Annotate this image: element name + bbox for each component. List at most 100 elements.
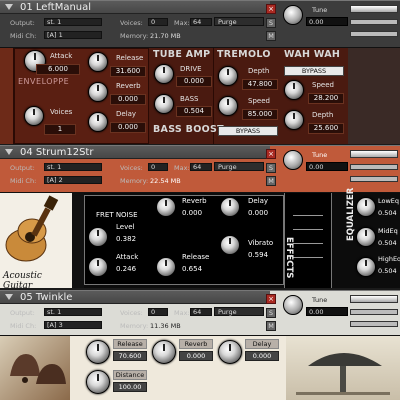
level-value[interactable]: 0.382 bbox=[116, 235, 136, 243]
bass-knob[interactable] bbox=[154, 94, 174, 114]
vibrato-label: Vibrato bbox=[248, 239, 274, 247]
release-knob[interactable] bbox=[88, 52, 108, 72]
delay-label: Delay bbox=[116, 110, 137, 118]
twinkle-delay-knob[interactable] bbox=[218, 340, 242, 364]
release-label: Release bbox=[116, 54, 144, 62]
mideq-knob[interactable] bbox=[356, 227, 376, 247]
collapse-triangle-icon[interactable] bbox=[5, 149, 13, 155]
wahwah-bypass-button[interactable]: BYPASS bbox=[284, 66, 344, 76]
distance-value[interactable]: 100.00 bbox=[113, 382, 147, 392]
close-instrument-button[interactable]: × bbox=[266, 294, 276, 304]
solo-button[interactable]: S bbox=[266, 308, 276, 318]
attack-value[interactable]: 6.000 bbox=[36, 64, 80, 75]
mute-button[interactable]: M bbox=[266, 31, 276, 41]
twinkle-reverb-knob[interactable] bbox=[152, 340, 176, 364]
output-select[interactable]: st. 1 bbox=[44, 18, 102, 26]
tune-value[interactable]: 0.00 bbox=[306, 307, 348, 316]
mute-button[interactable]: M bbox=[266, 176, 276, 186]
tune-knob[interactable] bbox=[283, 5, 303, 25]
instrument-name[interactable]: 04 Strum12Str bbox=[20, 147, 93, 158]
wah-depth-knob[interactable] bbox=[284, 110, 304, 130]
strum-delay-value[interactable]: 0.000 bbox=[248, 209, 268, 217]
delay-knob[interactable] bbox=[88, 112, 108, 132]
mute-button[interactable]: M bbox=[266, 321, 276, 331]
output-select[interactable]: st. 1 bbox=[44, 163, 102, 171]
drive-label: DRIVE bbox=[180, 65, 202, 73]
strum-release-value[interactable]: 0.654 bbox=[182, 265, 202, 273]
tune-knob[interactable] bbox=[283, 295, 303, 315]
purge-dropdown[interactable]: Purge bbox=[214, 162, 264, 171]
twinkle-delay-value[interactable]: 0.000 bbox=[245, 351, 279, 361]
tremolo-speed-value[interactable]: 85.000 bbox=[242, 109, 278, 120]
mideq-value[interactable]: 0.504 bbox=[378, 239, 397, 247]
voices-value: 0 bbox=[148, 18, 168, 26]
release-value[interactable]: 31.600 bbox=[110, 66, 146, 77]
instrument-header-2: 04 Strum12Str Output: st. 1 Midi Ch: [A]… bbox=[0, 145, 400, 193]
collapse-triangle-icon[interactable] bbox=[5, 294, 13, 300]
tune-value[interactable]: 0.00 bbox=[306, 162, 348, 171]
max-voices-field[interactable]: 64 bbox=[190, 308, 212, 316]
bass-label: BASS bbox=[180, 95, 199, 103]
wah-depth-value[interactable]: 25.600 bbox=[308, 123, 344, 134]
midi-channel-select[interactable]: [A] 1 bbox=[44, 31, 102, 39]
strum-release-knob[interactable] bbox=[156, 257, 176, 277]
midi-channel-select[interactable]: [A] 2 bbox=[44, 176, 102, 184]
tremolo-speed-knob[interactable] bbox=[218, 96, 238, 116]
guitar-headstock-strip bbox=[72, 193, 84, 288]
voices-label: Voices: bbox=[120, 309, 143, 317]
tremolo-depth-knob[interactable] bbox=[218, 66, 238, 86]
instrument-name[interactable]: 05 Twinkle bbox=[20, 292, 72, 303]
reverb-knob[interactable] bbox=[88, 82, 108, 102]
twinkle-reverb-value[interactable]: 0.000 bbox=[179, 351, 213, 361]
volume-slider[interactable] bbox=[350, 150, 398, 158]
bass-value[interactable]: 0.504 bbox=[176, 106, 212, 117]
tremolo-depth-value[interactable]: 47.800 bbox=[242, 79, 278, 90]
strum-delay-knob[interactable] bbox=[220, 197, 240, 217]
strum-reverb-knob[interactable] bbox=[156, 197, 176, 217]
purge-dropdown[interactable]: Purge bbox=[214, 307, 264, 316]
loweq-value[interactable]: 0.504 bbox=[378, 209, 397, 217]
pan-slider[interactable] bbox=[350, 309, 398, 315]
wah-speed-value[interactable]: 28.200 bbox=[308, 93, 344, 104]
pan-slider[interactable] bbox=[350, 164, 398, 170]
tune-knob[interactable] bbox=[283, 150, 303, 170]
close-instrument-button[interactable]: × bbox=[266, 149, 276, 159]
solo-button[interactable]: S bbox=[266, 18, 276, 28]
strum-reverb-value[interactable]: 0.000 bbox=[182, 209, 202, 217]
volume-slider[interactable] bbox=[350, 295, 398, 303]
midi-channel-select[interactable]: [A] 3 bbox=[44, 321, 102, 329]
max-voices-field[interactable]: 64 bbox=[190, 163, 212, 171]
loweq-knob[interactable] bbox=[356, 197, 376, 217]
reverb-value[interactable]: 0.000 bbox=[110, 94, 146, 105]
volume-slider[interactable] bbox=[350, 5, 398, 13]
delay-value[interactable]: 0.000 bbox=[110, 122, 146, 133]
twinkle-release-knob[interactable] bbox=[86, 340, 110, 364]
bass-boost-bypass-button[interactable]: BYPASS bbox=[218, 126, 278, 136]
strum-attack-value[interactable]: 0.246 bbox=[116, 265, 136, 273]
vibrato-value[interactable]: 0.594 bbox=[248, 251, 268, 259]
higheq-value[interactable]: 0.504 bbox=[378, 267, 397, 275]
max-voices-field[interactable]: 64 bbox=[190, 18, 212, 26]
twinkle-panel: Release 70.600 Reverb 0.000 Delay 0.000 … bbox=[0, 336, 400, 400]
higheq-label: HighEq bbox=[378, 255, 400, 263]
level-knob[interactable] bbox=[88, 227, 108, 247]
close-instrument-button[interactable]: × bbox=[266, 4, 276, 14]
purge-dropdown[interactable]: Purge bbox=[214, 17, 264, 26]
output-select[interactable]: st. 1 bbox=[44, 308, 102, 316]
strum-attack-knob[interactable] bbox=[88, 257, 108, 277]
distance-knob[interactable] bbox=[86, 370, 110, 394]
collapse-triangle-icon[interactable] bbox=[5, 4, 13, 10]
instrument-name[interactable]: 01 LeftManual bbox=[20, 2, 91, 13]
pan-slider[interactable] bbox=[350, 19, 398, 25]
solo-button[interactable]: S bbox=[266, 163, 276, 173]
drive-knob[interactable] bbox=[154, 64, 174, 84]
lamp-icon bbox=[296, 353, 390, 395]
tune-value[interactable]: 0.00 bbox=[306, 17, 348, 26]
twinkle-release-value[interactable]: 70.600 bbox=[113, 351, 147, 361]
drive-value[interactable]: 0.000 bbox=[176, 76, 212, 87]
vibrato-knob[interactable] bbox=[220, 235, 240, 255]
higheq-knob[interactable] bbox=[356, 257, 376, 277]
wah-speed-knob[interactable] bbox=[284, 80, 304, 100]
voices-knob[interactable] bbox=[24, 106, 44, 126]
voices-knob-value[interactable]: 1 bbox=[44, 124, 76, 135]
